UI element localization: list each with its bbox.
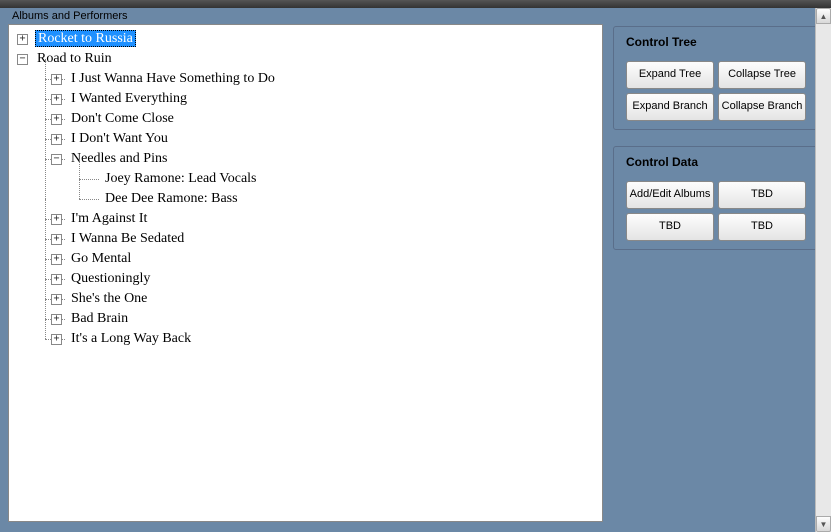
tbd-button-2[interactable]: TBD xyxy=(626,213,714,241)
tree-album-node[interactable]: −Road to Ruin+I Just Wanna Have Somethin… xyxy=(15,49,596,349)
tree-track-node[interactable]: + Go Mental xyxy=(49,249,596,269)
scroll-down-button[interactable]: ▼ xyxy=(816,516,831,532)
tree-track-node[interactable]: + I Wanna Be Sedated xyxy=(49,229,596,249)
chevron-up-icon: ▲ xyxy=(820,12,828,21)
tbd-button-1[interactable]: TBD xyxy=(718,181,806,209)
tree-track-node[interactable]: −Needles and Pins Joey Ramone: Lead Vocal… xyxy=(49,149,596,209)
control-tree-title: Control Tree xyxy=(622,35,810,49)
collapse-icon[interactable]: − xyxy=(17,54,28,65)
control-data-buttons: Add/Edit Albums TBD TBD TBD xyxy=(622,181,810,241)
tree-node-label[interactable]: Needles and Pins xyxy=(69,151,169,166)
expand-icon[interactable]: + xyxy=(51,254,62,265)
expand-icon[interactable]: + xyxy=(51,114,62,125)
tree-performer-node[interactable]: Joey Ramone: Lead Vocals xyxy=(83,169,596,189)
main-content: Albums and Performers +Rocket to Russia−… xyxy=(0,8,831,532)
tree-track-node[interactable]: + Don't Come Close xyxy=(49,109,596,129)
tree-track-node[interactable]: + I Just Wanna Have Something to Do xyxy=(49,69,596,89)
tree-node-label[interactable]: I Wanted Everything xyxy=(69,91,189,106)
control-data-title: Control Data xyxy=(622,155,810,169)
tree-track-node[interactable]: + It's a Long Way Back xyxy=(49,329,596,349)
tree-node-label[interactable]: Road to Ruin xyxy=(35,51,114,66)
window-titlebar xyxy=(0,0,831,8)
tree-track-node[interactable]: + She's the One xyxy=(49,289,596,309)
tree-node-label[interactable]: Joey Ramone: Lead Vocals xyxy=(103,171,259,186)
expand-branch-button[interactable]: Expand Branch xyxy=(626,93,714,121)
tree-node-label[interactable]: Questioningly xyxy=(69,271,152,286)
control-data-group: Control Data Add/Edit Albums TBD TBD TBD xyxy=(613,146,819,250)
tree-node-label[interactable]: I Just Wanna Have Something to Do xyxy=(69,71,277,86)
expand-icon[interactable]: + xyxy=(51,314,62,325)
right-column: Control Tree Expand Tree Collapse Tree E… xyxy=(613,8,831,532)
control-tree-buttons: Expand Tree Collapse Tree Expand Branch … xyxy=(622,61,810,121)
collapse-icon[interactable]: − xyxy=(51,154,62,165)
control-tree-group: Control Tree Expand Tree Collapse Tree E… xyxy=(613,26,819,130)
tree-root: +Rocket to Russia−Road to Ruin+I Just Wa… xyxy=(15,29,596,349)
panel-title: Albums and Performers xyxy=(12,8,603,24)
left-column: Albums and Performers +Rocket to Russia−… xyxy=(8,8,613,532)
tree-track-node[interactable]: + Questioningly xyxy=(49,269,596,289)
tree-node-label[interactable]: I Don't Want You xyxy=(69,131,170,146)
expand-icon[interactable]: + xyxy=(51,334,62,345)
tree-track-node[interactable]: + I Don't Want You xyxy=(49,129,596,149)
expand-icon[interactable]: + xyxy=(51,294,62,305)
tree-node-label[interactable]: I Wanna Be Sedated xyxy=(69,231,186,246)
tree-node-label[interactable]: Bad Brain xyxy=(69,311,130,326)
tree-track-node[interactable]: + I'm Against It xyxy=(49,209,596,229)
tree-view[interactable]: +Rocket to Russia−Road to Ruin+I Just Wa… xyxy=(8,24,603,522)
tbd-button-3[interactable]: TBD xyxy=(718,213,806,241)
expand-icon[interactable]: + xyxy=(51,234,62,245)
tree-node-label[interactable]: Dee Dee Ramone: Bass xyxy=(103,191,240,206)
tree-node-label[interactable]: Go Mental xyxy=(69,251,133,266)
tree-node-label[interactable]: It's a Long Way Back xyxy=(69,331,193,346)
tree-track-node[interactable]: + I Wanted Everything xyxy=(49,89,596,109)
tree-track-node[interactable]: + Bad Brain xyxy=(49,309,596,329)
expand-icon[interactable]: + xyxy=(51,274,62,285)
scroll-up-button[interactable]: ▲ xyxy=(816,8,831,24)
tree-album-node[interactable]: + Rocket to Russia xyxy=(15,29,596,49)
expand-icon[interactable]: + xyxy=(51,214,62,225)
expand-icon[interactable]: + xyxy=(51,134,62,145)
tree-node-label[interactable]: I'm Against It xyxy=(69,211,149,226)
vertical-scrollbar[interactable]: ▲ ▼ xyxy=(815,8,831,532)
expand-tree-button[interactable]: Expand Tree xyxy=(626,61,714,89)
add-edit-albums-button[interactable]: Add/Edit Albums xyxy=(626,181,714,209)
chevron-down-icon: ▼ xyxy=(820,520,828,529)
tree-node-label[interactable]: Don't Come Close xyxy=(69,111,176,126)
expand-icon[interactable]: + xyxy=(51,74,62,85)
tree-node-label[interactable]: She's the One xyxy=(69,291,149,306)
expand-icon[interactable]: + xyxy=(17,34,28,45)
collapse-branch-button[interactable]: Collapse Branch xyxy=(718,93,806,121)
collapse-tree-button[interactable]: Collapse Tree xyxy=(718,61,806,89)
expand-icon[interactable]: + xyxy=(51,94,62,105)
tree-performer-node[interactable]: Dee Dee Ramone: Bass xyxy=(83,189,596,209)
tree-node-label[interactable]: Rocket to Russia xyxy=(35,30,136,47)
